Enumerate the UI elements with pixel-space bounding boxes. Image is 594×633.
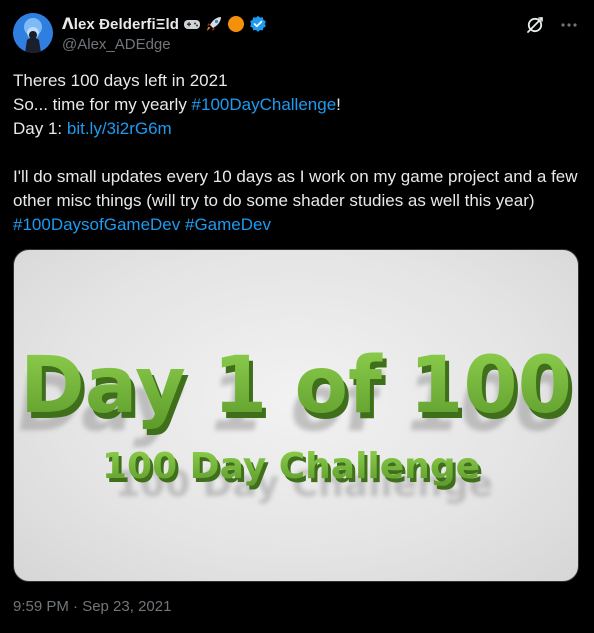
author-handle[interactable]: @Alex_ADEdge — [62, 36, 171, 53]
tweet-line-3: Day 1: bit.ly/3i2rG6m — [13, 117, 579, 141]
hashtag-gamedev[interactable]: #GameDev — [185, 215, 271, 234]
author-avatar[interactable] — [13, 13, 53, 53]
hashtag-100daysofgamedev[interactable]: #100DaysofGameDev — [13, 215, 180, 234]
grok-icon[interactable] — [524, 14, 546, 36]
tweet-line-3-text: Day 1: — [13, 119, 67, 138]
more-options-icon[interactable] — [558, 14, 580, 36]
tweet-paragraph-2-text: I'll do small updates every 10 days as I… — [13, 167, 578, 210]
tweet-line-1: Theres 100 days left in 2021 — [13, 71, 228, 90]
gamepad-icon — [183, 15, 201, 33]
tweet-timestamp[interactable]: 9:59 PM · Sep 23, 2021 — [13, 598, 171, 615]
tweet-media-image[interactable]: Day 1 of 100 Day 1 of 100 Day 1 of 100 1… — [13, 249, 579, 582]
hashtag-100daychallenge[interactable]: #100DayChallenge — [192, 95, 337, 114]
tweet-text: Theres 100 days left in 2021 So... time … — [13, 69, 579, 237]
tweet-link-bitly[interactable]: bit.ly/3i2rG6m — [67, 119, 172, 138]
tweet-line-2-suffix: ! — [336, 95, 341, 114]
tweet-top-actions — [524, 14, 580, 36]
media-title: Day 1 of 100 — [20, 341, 572, 431]
verified-icon[interactable] — [249, 15, 267, 33]
media-artwork: Day 1 of 100 Day 1 of 100 Day 1 of 100 1… — [14, 341, 576, 505]
author-name-row: ᐱlex ƉelderfiΞld — [62, 14, 267, 34]
rocket-icon — [205, 15, 223, 33]
tweet-line-2: So... time for my yearly #100DayChalleng… — [13, 93, 579, 117]
avatar-image — [13, 13, 53, 53]
orange-circle-icon — [227, 15, 245, 33]
tweet-card: ᐱlex ƉelderfiΞld @Alex_ADEdge Theres 100… — [0, 0, 594, 633]
tweet-paragraph-2: I'll do small updates every 10 days as I… — [13, 165, 579, 237]
tweet-line-2-text: So... time for my yearly — [13, 95, 192, 114]
media-subtitle: 100 Day Challenge — [102, 446, 480, 487]
author-display-name[interactable]: ᐱlex ƉelderfiΞld — [62, 15, 179, 33]
